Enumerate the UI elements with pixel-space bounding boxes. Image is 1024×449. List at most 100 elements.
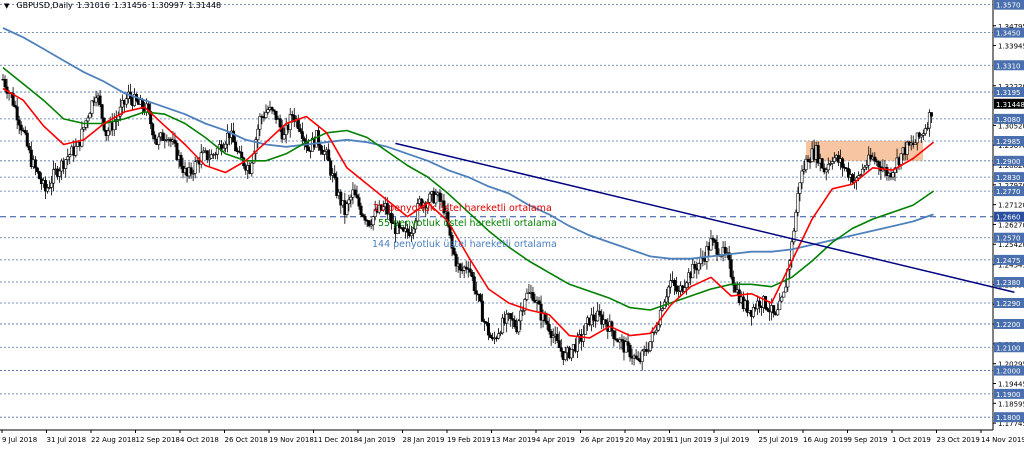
y-tick-label: 1.27120 [998, 202, 1024, 210]
x-tick-label: 19 Feb 2019 [447, 436, 491, 444]
candle-body [923, 128, 927, 134]
candle-body [509, 313, 513, 319]
candle-body [17, 119, 21, 126]
candle-body [264, 112, 268, 118]
candle-body [100, 104, 104, 119]
level-badge-label: 1.1800 [996, 414, 1021, 422]
level-badge-label: 1.1900 [996, 391, 1021, 399]
candle-body [151, 123, 155, 136]
candle-body [709, 238, 713, 251]
candle-body [359, 205, 363, 215]
candle-body [861, 168, 865, 176]
candle-body [776, 309, 780, 316]
candle-body [794, 211, 798, 232]
level-badge-label: 1.2900 [996, 158, 1021, 166]
candle-body [470, 271, 474, 278]
level-badge-label: 1.2830 [996, 174, 1021, 182]
level-badge-label: 1.2570 [996, 235, 1021, 243]
candle-body [517, 320, 521, 333]
candle-body [519, 310, 523, 322]
x-tick-label: 9 Sep 2019 [848, 436, 888, 444]
candle-body [270, 107, 274, 111]
candle-body [832, 157, 836, 162]
candle-body [505, 313, 509, 324]
level-badge-label: 1.2770 [996, 188, 1021, 196]
candle-body [52, 169, 56, 184]
level-badge-label: 1.2100 [996, 344, 1021, 352]
candle-body [88, 113, 92, 119]
candle-body [74, 146, 78, 156]
candle-body [179, 155, 183, 167]
candle-body [806, 158, 810, 162]
candle-body [873, 156, 877, 162]
level-badge-label: 1.2985 [996, 138, 1021, 146]
candle-body [666, 286, 670, 298]
candle-body [634, 355, 638, 359]
ema21-annotation: 21 penyotluk üstel hareketli ortalama [373, 203, 552, 214]
chart-header: ▼ GBPUSD,Daily 1.31016 1.31456 1.30997 1.3144… [4, 1, 221, 10]
x-tick-label: 31 Jul 2018 [47, 436, 87, 444]
candle-body [50, 182, 54, 188]
candle-body [486, 322, 490, 336]
candle-body [35, 167, 39, 172]
candle-body [800, 170, 804, 184]
candle-body [173, 139, 177, 144]
candle-body [559, 347, 563, 352]
candle-body [612, 330, 616, 340]
candle-body [648, 341, 652, 351]
candle-body [877, 161, 881, 168]
candle-body [693, 264, 697, 269]
x-tick-label: 14 Nov 2019 [981, 436, 1024, 444]
candle-body [685, 282, 689, 288]
candle-body [592, 314, 596, 321]
candle-body [193, 161, 197, 174]
candle-body [266, 109, 270, 113]
candle-body [37, 171, 41, 180]
level-badge-label: 1.2380 [996, 279, 1021, 287]
candle-body [256, 128, 260, 140]
candle-body [598, 310, 602, 316]
collapse-triangle-icon[interactable]: ▼ [4, 2, 9, 10]
x-tick-label: 11 Dec 2018 [314, 436, 359, 444]
x-tick-label: 11 Jun 2019 [670, 436, 712, 444]
candle-body [826, 164, 830, 171]
x-tick-label: 4 Apr 2019 [536, 436, 575, 444]
candle-body [357, 197, 361, 207]
low-value: 1.30997 [150, 1, 185, 10]
candle-body [434, 194, 438, 204]
candle-body [189, 167, 193, 174]
candle-body [537, 300, 541, 305]
candle-body [306, 146, 310, 151]
candle-body [345, 203, 349, 215]
candle-body [355, 194, 359, 198]
candle-body [474, 290, 478, 295]
candle-body [472, 276, 476, 291]
close-value: 1.31448 [188, 1, 222, 10]
candle-body [863, 166, 867, 170]
level-badge-label: 1.2475 [996, 257, 1021, 265]
candle-body [86, 117, 90, 122]
candle-body [840, 158, 844, 168]
candle-body [675, 285, 679, 292]
x-tick-label: 13 Mar 2019 [492, 436, 536, 444]
candle-body [458, 263, 462, 271]
candle-body [106, 130, 110, 136]
x-tick-label: 4 Jan 2019 [358, 436, 396, 444]
candle-body [319, 144, 323, 151]
candle-body [157, 136, 161, 145]
level-badge-label: 1.2660 [996, 214, 1021, 222]
candle-body [531, 292, 535, 301]
candle-body [668, 280, 672, 288]
candle-body [153, 134, 157, 140]
level-badge-label: 1.2200 [996, 321, 1021, 329]
candle-body [278, 118, 282, 128]
candle-body [782, 291, 786, 298]
candle-body [90, 100, 94, 114]
candle-body [715, 242, 719, 255]
y-tick-label: 1.33945 [998, 43, 1024, 51]
candle-body [258, 116, 262, 130]
candle-body [282, 134, 286, 140]
candle-body [899, 153, 903, 165]
x-tick-label: 20 May 2019 [625, 436, 671, 444]
candle-body [302, 138, 306, 142]
